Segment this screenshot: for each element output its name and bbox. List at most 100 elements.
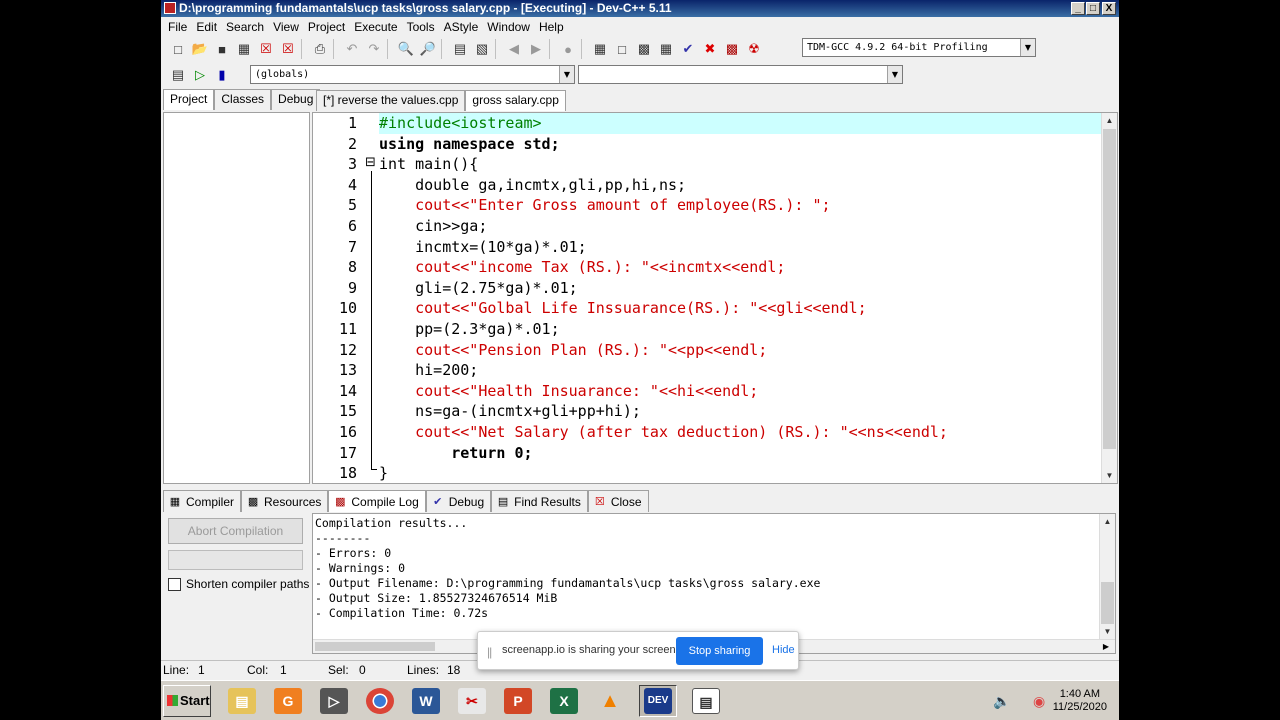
run-icon[interactable]: □ <box>612 39 632 59</box>
title-bar[interactable]: D:\programming fundamantals\ucp tasks\gr… <box>161 0 1119 17</box>
menu-edit[interactable]: Edit <box>193 20 223 34</box>
print-icon[interactable]: ⎙ <box>310 39 330 59</box>
close-button[interactable]: X <box>1102 2 1116 15</box>
chevron-down-icon[interactable]: ▼ <box>559 66 574 83</box>
tab-classes[interactable]: Classes <box>214 89 272 110</box>
taskbar-devcpp[interactable]: DEV <box>639 685 677 717</box>
scroll-down-icon[interactable]: ▼ <box>1102 468 1117 483</box>
project-browser[interactable] <box>163 112 310 484</box>
stop-execution-icon[interactable]: ✖ <box>700 39 720 59</box>
indent-icon[interactable]: ◀ <box>504 39 524 59</box>
menu-astyle[interactable]: AStyle <box>441 20 485 34</box>
close-file-icon[interactable]: ☒ <box>256 39 276 59</box>
scrollbar-thumb[interactable] <box>1101 582 1114 624</box>
scroll-down-icon[interactable]: ▼ <box>1100 624 1115 639</box>
stop-sharing-button[interactable]: Stop sharing <box>676 637 763 665</box>
taskbar-explorer[interactable]: ▤ <box>223 685 261 717</box>
redo-icon[interactable]: ↷ <box>364 39 384 59</box>
taskbar-word[interactable]: W <box>407 685 445 717</box>
hide-link[interactable]: Hide <box>772 644 795 656</box>
compile-run-icon[interactable]: ▩ <box>634 39 654 59</box>
tab-gross-salary[interactable]: gross salary.cpp <box>465 90 566 111</box>
new-file-icon[interactable]: □ <box>168 39 188 59</box>
tab-close[interactable]: ☒ Close <box>587 490 649 512</box>
menu-project[interactable]: Project <box>305 20 351 34</box>
save-icon[interactable]: ■ <box>212 39 232 59</box>
scope-select[interactable]: (globals) ▼ <box>250 65 575 84</box>
member-select[interactable]: ▼ <box>578 65 903 84</box>
taskbar-window[interactable]: ▤ <box>687 685 725 717</box>
rebuild-all-icon[interactable]: ▦ <box>656 39 676 59</box>
menu-window[interactable]: Window <box>484 20 536 34</box>
start-button[interactable]: Start <box>163 685 211 717</box>
find-icon[interactable]: 🔍 <box>396 39 416 59</box>
tab-resources[interactable]: ▩ Resources <box>241 490 329 512</box>
replace-icon[interactable]: 🔎 <box>418 39 438 59</box>
goto-declaration-icon[interactable]: ▷ <box>190 65 210 85</box>
compile-icon[interactable]: ▦ <box>590 39 610 59</box>
minimize-button[interactable]: _ <box>1071 2 1085 15</box>
close-all-icon[interactable]: ☒ <box>278 39 298 59</box>
toggle-bookmark-icon[interactable]: ▧ <box>472 39 492 59</box>
taskbar-powerpoint[interactable]: P <box>499 685 537 717</box>
taskbar-snipping[interactable]: ✂ <box>453 685 491 717</box>
menu-file[interactable]: File <box>165 20 193 34</box>
save-all-icon[interactable]: ▦ <box>234 39 254 59</box>
delete-profile-icon[interactable]: ☢ <box>744 39 764 59</box>
goto-line-icon[interactable]: ▤ <box>450 39 470 59</box>
speaker-icon[interactable]: 🔈 <box>993 693 1010 710</box>
goto-definition-icon[interactable]: ▮ <box>212 65 232 85</box>
editor-vertical-scrollbar[interactable]: ▲ ▼ <box>1101 113 1117 483</box>
tab-project[interactable]: Project <box>163 89 215 110</box>
status-sel-value: 0 <box>359 663 366 677</box>
taskbar-vlc[interactable]: ▲ <box>591 685 629 717</box>
menu-help[interactable]: Help <box>536 20 570 34</box>
unindent-icon[interactable]: ▶ <box>526 39 546 59</box>
tab-compiler[interactable]: ▦ Compiler <box>163 490 242 512</box>
toggle-comment-icon[interactable]: ● <box>558 39 578 59</box>
undo-icon[interactable]: ↶ <box>342 39 362 59</box>
scroll-right-icon[interactable]: ▶ <box>1099 640 1113 653</box>
maximize-button[interactable]: □ <box>1086 2 1100 15</box>
syntax-check-icon[interactable]: ✔ <box>678 39 698 59</box>
chrome-tray-icon[interactable]: ◉ <box>1033 693 1045 710</box>
drag-handle-icon[interactable]: || <box>487 645 492 659</box>
line-number: 13 <box>338 361 357 380</box>
tab-compile-log[interactable]: ▩ Compile Log <box>328 490 426 512</box>
system-clock[interactable]: 1:40 AM 11/25/2020 <box>1053 688 1107 714</box>
tab-find-results[interactable]: ▤ Find Results <box>491 490 588 512</box>
tab-debug-output[interactable]: ✔ Debug <box>425 490 492 512</box>
chevron-down-icon[interactable]: ▼ <box>1020 39 1035 56</box>
taskbar-media-player[interactable]: ▷ <box>315 685 353 717</box>
toolbar-separator <box>333 39 339 59</box>
open-file-icon[interactable]: 📂 <box>190 39 210 59</box>
scroll-up-icon[interactable]: ▲ <box>1102 113 1117 128</box>
menu-search[interactable]: Search <box>223 20 270 34</box>
tab-debug[interactable]: Debug <box>271 89 321 110</box>
tab-reverse-the-values[interactable]: [*] reverse the values.cpp <box>316 90 466 111</box>
status-lines-label: Lines: <box>407 663 440 677</box>
insert-icon[interactable]: ▤ <box>168 65 188 85</box>
scrollbar-thumb[interactable] <box>315 642 435 651</box>
shorten-paths-option[interactable]: Shorten compiler paths <box>168 577 309 591</box>
code-editor[interactable]: 1 2 3 4 5 6 7 8 9 10 11 12 13 14 15 16 1… <box>312 112 1118 484</box>
taskbar-chrome[interactable] <box>361 685 399 717</box>
line-number: 12 <box>338 340 357 359</box>
scrollbar-thumb[interactable] <box>1103 129 1116 449</box>
menu-tools[interactable]: Tools <box>404 20 441 34</box>
menu-view[interactable]: View <box>270 20 305 34</box>
compiler-select[interactable]: TDM-GCC 4.9.2 64-bit Profiling ▼ <box>802 38 1036 57</box>
profile-icon[interactable]: ▩ <box>722 39 742 59</box>
resources-icon: ▩ <box>247 495 259 508</box>
devcpp-app-icon <box>164 2 176 14</box>
chevron-down-icon[interactable]: ▼ <box>887 66 902 83</box>
taskbar-excel[interactable]: X <box>545 685 583 717</box>
scroll-up-icon[interactable]: ▲ <box>1100 514 1115 529</box>
menu-execute[interactable]: Execute <box>351 20 403 34</box>
shorten-paths-checkbox[interactable] <box>168 577 181 591</box>
log-vertical-scrollbar[interactable]: ▲ ▼ <box>1099 514 1115 639</box>
abort-compilation-button[interactable]: Abort Compilation <box>168 518 303 544</box>
word-icon: W <box>412 688 440 714</box>
fold-toggle-icon[interactable]: ⊟ <box>365 156 376 170</box>
taskbar-pdf[interactable]: G <box>269 685 307 717</box>
